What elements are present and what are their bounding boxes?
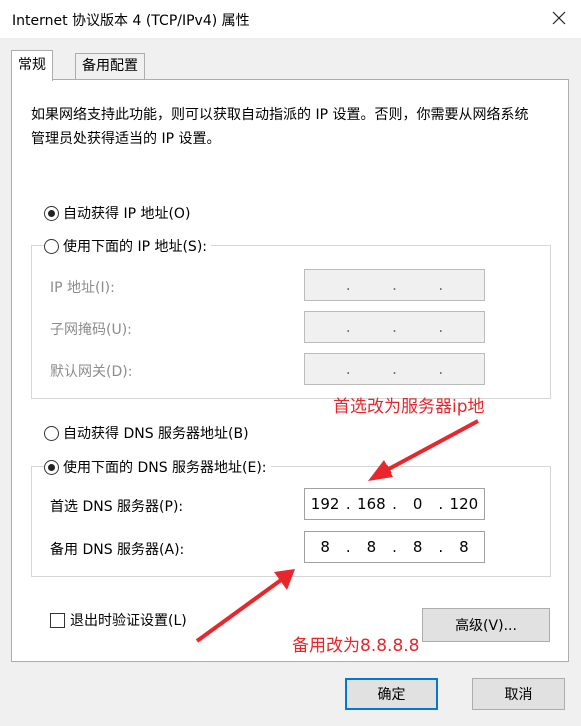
advanced-button[interactable]: 高级(V)... xyxy=(422,608,550,642)
alternate-dns-label: 备用 DNS 服务器(A): xyxy=(50,542,185,558)
validate-on-exit-checkbox[interactable] xyxy=(50,612,65,628)
preferred-dns-annotation: 首选改为服务器ip地 xyxy=(333,397,485,417)
description-text: 如果网络支持此功能，则可以获取自动指派的 IP 设置。否则，你需要从网络系统管理… xyxy=(31,107,529,147)
tab-general[interactable]: 常规 xyxy=(11,50,53,81)
ok-button[interactable]: 确定 xyxy=(345,678,438,710)
preferred-dns-input[interactable]: 192. 168. 0. 120 xyxy=(304,488,485,520)
subnet-mask-label: 子网掩码(U): xyxy=(50,322,132,338)
preferred-dns-label: 首选 DNS 服务器(P): xyxy=(50,499,184,515)
validate-on-exit-row[interactable]: 退出时验证设置(L) xyxy=(50,610,187,630)
manual-dns-radio[interactable] xyxy=(44,459,59,475)
default-gateway-label: 默认网关(D): xyxy=(50,364,133,380)
close-icon xyxy=(552,11,566,25)
auto-ip-radio-row[interactable]: 自动获得 IP 地址(O) xyxy=(44,203,195,223)
close-button[interactable] xyxy=(542,2,576,34)
alternate-dns-input[interactable]: 8. 8. 8. 8 xyxy=(304,531,485,563)
validate-on-exit-label: 退出时验证设置(L) xyxy=(70,613,187,629)
auto-ip-radio[interactable] xyxy=(44,205,59,221)
default-gateway-input: . . . xyxy=(304,353,485,385)
manual-dns-radio-row[interactable]: 使用下面的 DNS 服务器地址(E): xyxy=(44,457,271,477)
alternate-dns-annotation: 备用改为8.8.8.8 xyxy=(292,636,420,656)
window-title: Internet 协议版本 4 (TCP/IPv4) 属性 xyxy=(12,13,250,29)
manual-dns-label: 使用下面的 DNS 服务器地址(E): xyxy=(63,460,267,476)
ip-address-input: . . . xyxy=(304,269,485,301)
auto-dns-radio[interactable] xyxy=(44,425,59,441)
manual-ip-radio[interactable] xyxy=(44,238,59,254)
tab-alternate-config[interactable]: 备用配置 xyxy=(75,53,145,80)
subnet-mask-input: . . . xyxy=(304,311,485,343)
auto-dns-radio-row[interactable]: 自动获得 DNS 服务器地址(B) xyxy=(44,423,253,443)
title-bar: Internet 协议版本 4 (TCP/IPv4) 属性 xyxy=(0,0,581,38)
manual-ip-radio-row[interactable]: 使用下面的 IP 地址(S): xyxy=(44,236,211,256)
ip-address-label: IP 地址(I): xyxy=(50,280,115,296)
auto-dns-label: 自动获得 DNS 服务器地址(B) xyxy=(63,426,249,442)
cancel-button[interactable]: 取消 xyxy=(472,678,565,710)
auto-ip-label: 自动获得 IP 地址(O) xyxy=(63,206,191,222)
manual-ip-label: 使用下面的 IP 地址(S): xyxy=(63,239,207,255)
